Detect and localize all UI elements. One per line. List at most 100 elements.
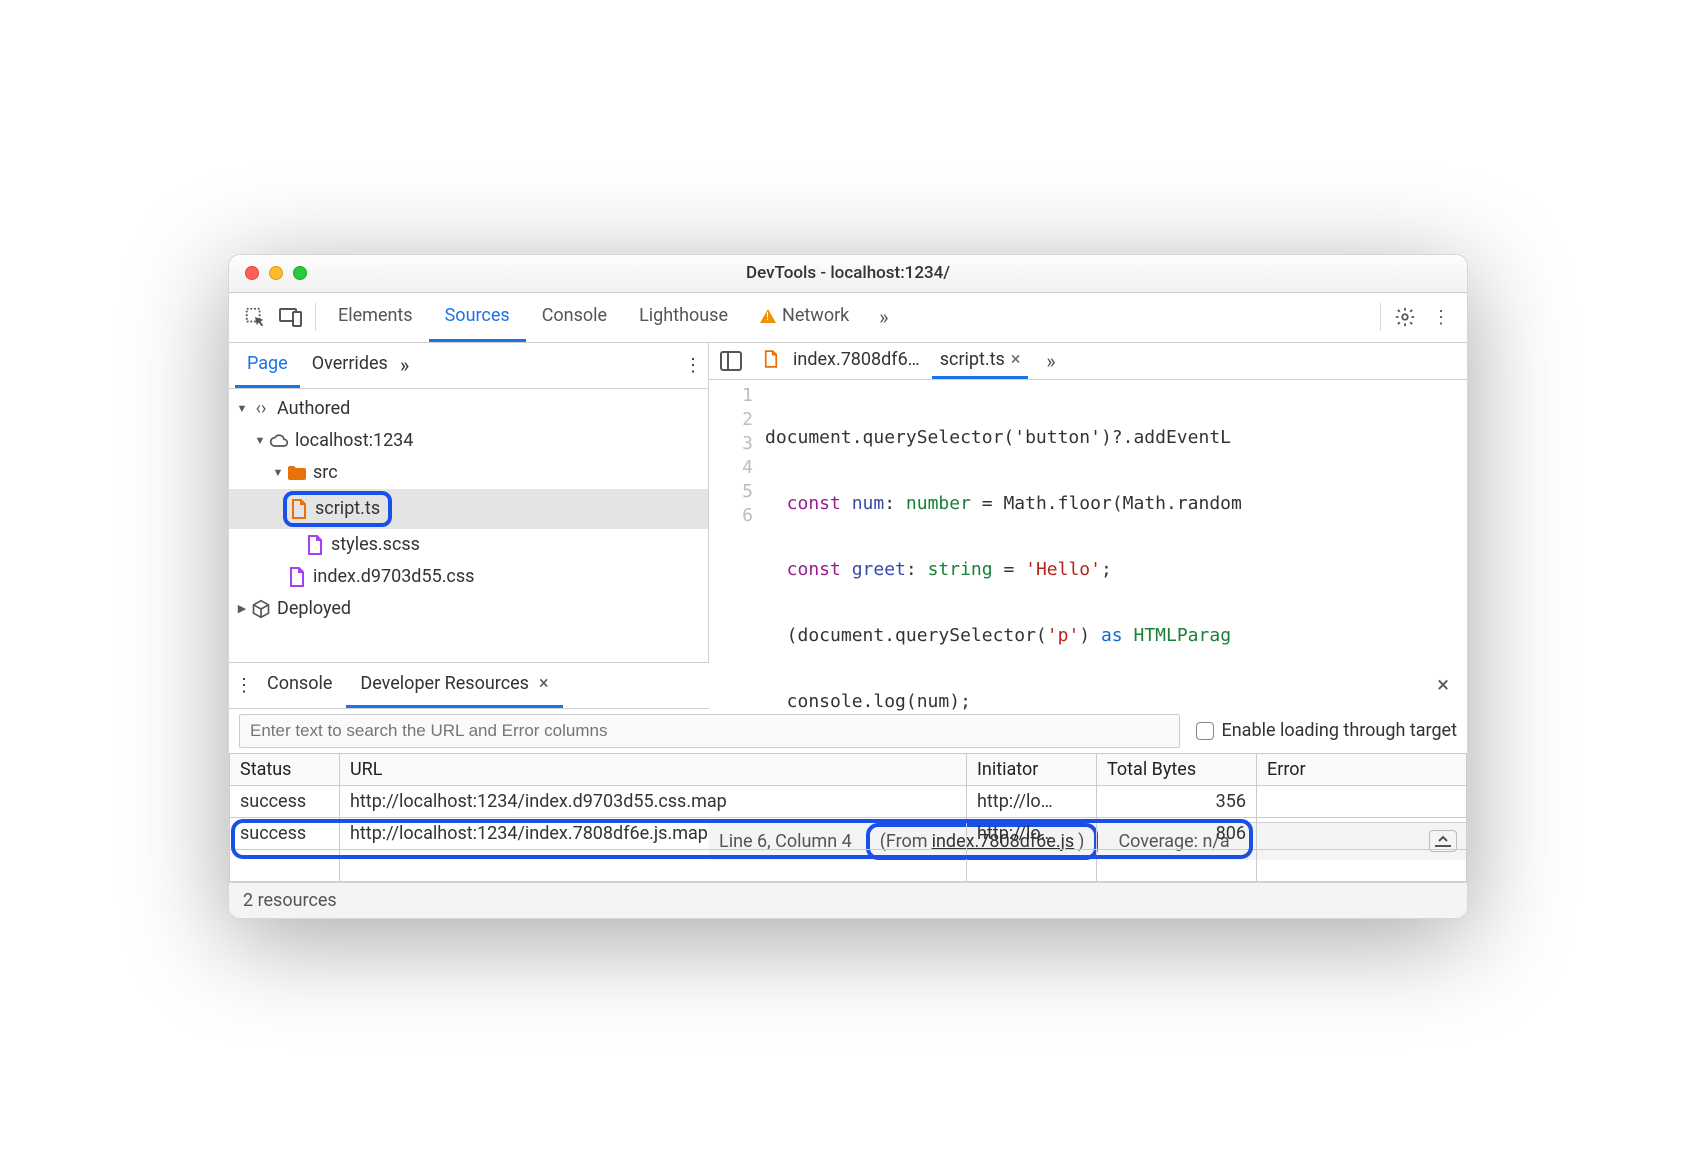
zoom-window-button[interactable] (293, 266, 307, 280)
col-status[interactable]: Status (230, 753, 340, 785)
drawer-more-icon[interactable]: ⋮ (235, 675, 253, 696)
sidebar-tab-overrides[interactable]: Overrides (300, 343, 400, 388)
tree-label: src (313, 462, 338, 483)
cell-error (1257, 785, 1467, 817)
cell-initiator: http://lo… (967, 817, 1097, 849)
cell-error (1257, 817, 1467, 849)
drawer-tab-developer-resources[interactable]: Developer Resources × (346, 663, 562, 708)
line-number: 6 (709, 504, 753, 528)
enable-loading-toggle[interactable]: Enable loading through target (1196, 720, 1458, 741)
col-url[interactable]: URL (340, 753, 967, 785)
file-icon (761, 349, 781, 369)
editor-tabs-overflow-icon[interactable]: » (1032, 343, 1068, 379)
more-menu-icon[interactable]: ⋮ (1423, 299, 1459, 335)
table-row (230, 849, 1467, 881)
device-toolbar-icon[interactable] (273, 299, 309, 335)
drawer-footer: 2 resources (229, 882, 1467, 918)
tab-network[interactable]: Network (744, 293, 865, 342)
col-total-bytes[interactable]: Total Bytes (1097, 753, 1257, 785)
drawer-tab-label: Developer Resources (360, 673, 529, 694)
cell-status: success (230, 817, 340, 849)
table-row[interactable]: success http://localhost:1234/index.7808… (230, 817, 1467, 849)
cell-initiator: http://lo… (967, 785, 1097, 817)
file-tree[interactable]: ‹› Authored localhost:1234 src (229, 389, 708, 662)
minimize-window-button[interactable] (269, 266, 283, 280)
sidebar-tabs-overflow-icon[interactable]: » (400, 353, 408, 377)
search-input[interactable] (239, 714, 1180, 748)
tab-console[interactable]: Console (526, 293, 623, 342)
cell-bytes: 806 (1097, 817, 1257, 849)
disclosure-icon[interactable] (269, 464, 287, 482)
resource-table[interactable]: Status URL Initiator Total Bytes Error s… (229, 753, 1467, 882)
folder-icon (287, 463, 307, 483)
sidebar-tab-page[interactable]: Page (235, 343, 300, 388)
window-title: DevTools - localhost:1234/ (746, 263, 950, 283)
editor-tab-index-js[interactable]: index.7808df6… (753, 343, 928, 379)
file-icon (287, 567, 307, 587)
warning-icon (760, 309, 776, 323)
tree-folder-src[interactable]: src (229, 457, 708, 489)
toggle-navigator-icon[interactable] (713, 343, 749, 379)
angle-brackets-icon: ‹› (251, 399, 271, 419)
overflow-tabs-icon[interactable]: » (865, 299, 901, 335)
close-window-button[interactable] (245, 266, 259, 280)
tab-lighthouse[interactable]: Lighthouse (623, 293, 744, 342)
editor-tab-label: index.7808df6… (793, 349, 920, 370)
file-icon (305, 535, 325, 555)
disclosure-icon[interactable] (251, 432, 269, 450)
close-tab-icon[interactable]: × (1011, 349, 1021, 370)
cell-bytes: 356 (1097, 785, 1257, 817)
highlight-ring: script.ts (283, 491, 392, 527)
code-line: document.querySelector('button')?.addEve… (765, 426, 1467, 450)
line-number: 3 (709, 432, 753, 456)
resource-table-wrap: Status URL Initiator Total Bytes Error s… (229, 753, 1467, 882)
disclosure-icon[interactable] (233, 400, 251, 418)
col-initiator[interactable]: Initiator (967, 753, 1097, 785)
cell-url: http://localhost:1234/index.7808df6e.js.… (340, 817, 967, 849)
inspect-element-icon[interactable] (237, 299, 273, 335)
main-toolbar: Elements Sources Console Lighthouse Netw… (229, 293, 1467, 343)
close-tab-icon[interactable]: × (539, 673, 549, 694)
tree-label: Deployed (277, 598, 351, 619)
cloud-icon (269, 431, 289, 451)
cell-url: http://localhost:1234/index.d9703d55.css… (340, 785, 967, 817)
tree-label: index.d9703d55.css (313, 566, 474, 587)
tree-authored[interactable]: ‹› Authored (229, 393, 708, 425)
cell-status: success (230, 785, 340, 817)
line-number: 5 (709, 480, 753, 504)
tab-elements[interactable]: Elements (322, 293, 429, 342)
tree-file-index-css[interactable]: index.d9703d55.css (229, 561, 708, 593)
traffic-lights (245, 266, 307, 280)
settings-icon[interactable] (1387, 299, 1423, 335)
tree-label: styles.scss (331, 534, 420, 555)
close-drawer-icon[interactable]: × (1425, 673, 1461, 698)
checkbox-icon[interactable] (1196, 722, 1214, 740)
window-titlebar: DevTools - localhost:1234/ (229, 255, 1467, 293)
tab-sources[interactable]: Sources (429, 293, 526, 342)
code-line: const num: number = Math.floor(Math.rand… (765, 492, 1467, 516)
col-error[interactable]: Error (1257, 753, 1467, 785)
line-number: 1 (709, 384, 753, 408)
tab-network-label: Network (782, 305, 849, 326)
sources-panel: Page Overrides » ⋮ ‹› Authored localhos (229, 343, 1467, 663)
tree-host[interactable]: localhost:1234 (229, 425, 708, 457)
sources-sidebar-tabs: Page Overrides » ⋮ (229, 343, 708, 389)
disclosure-icon[interactable] (233, 600, 251, 618)
code-line: const greet: string = 'Hello'; (765, 558, 1467, 582)
devtools-window: DevTools - localhost:1234/ Elements Sour… (228, 254, 1468, 919)
sidebar-more-icon[interactable]: ⋮ (684, 355, 702, 376)
file-icon (289, 499, 309, 519)
drawer-tab-console[interactable]: Console (253, 663, 346, 708)
tree-file-script-ts[interactable]: script.ts (229, 489, 708, 529)
code-line: (document.querySelector('p') as HTMLPara… (765, 624, 1467, 648)
tree-label: Authored (277, 398, 350, 419)
tree-file-styles-scss[interactable]: styles.scss (229, 529, 708, 561)
table-header-row: Status URL Initiator Total Bytes Error (230, 753, 1467, 785)
tree-deployed[interactable]: Deployed (229, 593, 708, 625)
table-row[interactable]: success http://localhost:1234/index.d970… (230, 785, 1467, 817)
editor-tabbar: index.7808df6… script.ts × » (709, 343, 1467, 380)
code-line: console.log(num); (765, 690, 1467, 714)
editor-tab-script-ts[interactable]: script.ts × (932, 343, 1029, 379)
tree-label: script.ts (315, 498, 380, 519)
box-icon (251, 599, 271, 619)
